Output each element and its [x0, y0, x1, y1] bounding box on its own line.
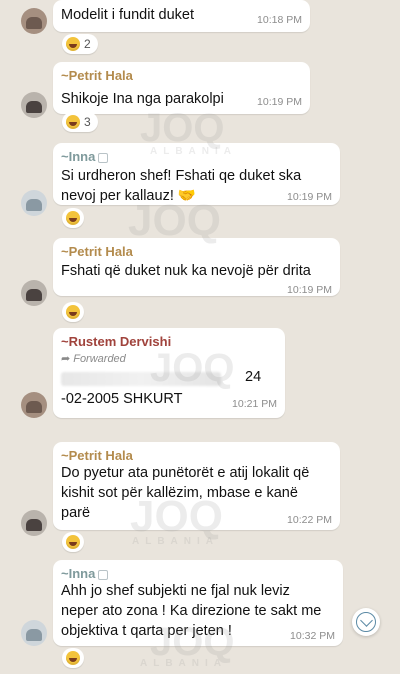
sender-name[interactable]: ~Rustem Dervishi: [61, 334, 171, 349]
sender-avatar[interactable]: [21, 8, 47, 34]
chat-area: Modelit i fundit duket 10:18 PM 2 ~Petri…: [0, 0, 400, 674]
laughing-emoji-icon: [66, 651, 80, 665]
message-bubble[interactable]: ~Inna Ahh jo shef subjekti ne fjal nuk l…: [53, 560, 343, 646]
message-text: Si urdheron shef! Fshati qe duket ska: [61, 168, 302, 184]
message-bubble[interactable]: ~Petrit Hala Fshati që duket nuk ka nevo…: [53, 238, 340, 296]
message-time: 10:22 PM: [287, 514, 332, 526]
message-text: nevoj per kallauz! 🤝: [61, 188, 196, 204]
redacted-text: [61, 372, 221, 386]
laughing-emoji-icon: [66, 305, 80, 319]
message-time: 10:19 PM: [257, 96, 302, 108]
reaction-count: 3: [84, 115, 91, 129]
reaction-badge[interactable]: [62, 302, 84, 322]
message-bubble[interactable]: ~Inna Si urdheron shef! Fshati qe duket …: [53, 143, 340, 205]
message-time: 10:32 PM: [290, 630, 335, 642]
message-text: Modelit i fundit duket: [61, 7, 194, 23]
sender-name[interactable]: ~Petrit Hala: [61, 68, 133, 83]
message-text: Fshati që duket nuk ka nevojë për drita: [61, 263, 311, 279]
sender-name-text: ~Inna: [61, 149, 96, 164]
reaction-badge[interactable]: 3: [62, 112, 98, 132]
sender-avatar[interactable]: [21, 92, 47, 118]
sender-name[interactable]: ~Petrit Hala: [61, 244, 133, 259]
reaction-count: 2: [84, 37, 91, 51]
sender-avatar[interactable]: [21, 190, 47, 216]
sender-avatar[interactable]: [21, 392, 47, 418]
message-bubble[interactable]: ~Petrit Hala Shikoje Ina nga parakolpi 1…: [53, 62, 310, 114]
scroll-down-button[interactable]: [352, 608, 380, 636]
message-bubble[interactable]: ~Petrit Hala Do pyetur ata punëtorët e a…: [53, 442, 340, 530]
message-time: 10:21 PM: [232, 398, 277, 410]
message-text: neper ato zona ! Ka direzione te sakt me: [61, 603, 322, 619]
reaction-badge[interactable]: [62, 648, 84, 668]
forwarded-label: ➦ Forwarded: [61, 352, 126, 365]
message-text: Do pyetur ata punëtorët e atij lokalit q…: [61, 465, 310, 481]
message-text: parë: [61, 505, 91, 521]
reaction-badge[interactable]: 2: [62, 34, 98, 54]
message-bubble[interactable]: ~Rustem Dervishi ➦ Forwarded 24 -02-2005 …: [53, 328, 285, 418]
message-text: kishit sot për kallëzim, mbase e kanë: [61, 485, 298, 501]
message-text: Ahh jo shef subjekti ne fjal nuk leviz: [61, 583, 290, 599]
forwarded-text: Forwarded: [73, 353, 126, 365]
sender-avatar[interactable]: [21, 620, 47, 646]
sender-name-text: ~Inna: [61, 566, 96, 581]
message-bubble[interactable]: Modelit i fundit duket 10:18 PM: [53, 0, 310, 32]
message-text: objektiva t qarta per jeten !: [61, 623, 232, 639]
message-text: -02-2005 SHKURT: [61, 391, 183, 407]
reaction-badge[interactable]: [62, 532, 84, 552]
message-time: 10:18 PM: [257, 14, 302, 26]
message-text: Shikoje Ina nga parakolpi: [61, 91, 224, 107]
sender-avatar[interactable]: [21, 510, 47, 536]
reaction-badge[interactable]: [62, 208, 84, 228]
status-icon: [98, 152, 109, 163]
message-time: 10:19 PM: [287, 284, 332, 296]
watermark-subtitle: ALBANIA: [140, 658, 227, 669]
laughing-emoji-icon: [66, 115, 80, 129]
message-time: 10:19 PM: [287, 191, 332, 203]
message-text: 24: [245, 369, 262, 385]
watermark-subtitle: ALBANIA: [132, 536, 219, 547]
forward-arrow-icon: ➦: [61, 353, 71, 365]
sender-avatar[interactable]: [21, 280, 47, 306]
laughing-emoji-icon: [66, 37, 80, 51]
laughing-emoji-icon: [66, 211, 80, 225]
status-icon: [98, 569, 109, 580]
sender-name[interactable]: ~Petrit Hala: [61, 448, 133, 463]
sender-name[interactable]: ~Inna: [61, 566, 109, 581]
laughing-emoji-icon: [66, 535, 80, 549]
sender-name[interactable]: ~Inna: [61, 149, 109, 164]
